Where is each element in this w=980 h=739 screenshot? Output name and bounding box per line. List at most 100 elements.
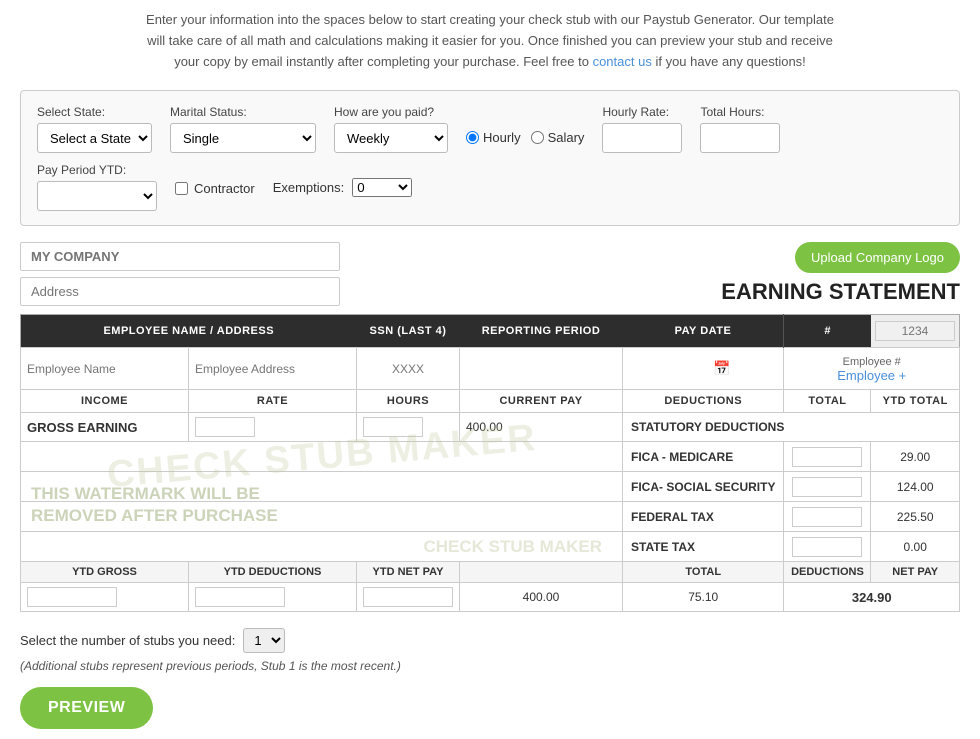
employee-name-input[interactable] [27,362,182,376]
reporting-period-header: REPORTING PERIOD [460,315,623,348]
state-tax-total-cell: 0.00 [784,532,871,562]
total-hours-label: Total Hours: [700,105,780,119]
salary-radio-label[interactable]: Salary [531,130,585,145]
intro-text-2: will take care of all math and calculati… [147,33,833,48]
income-deductions-header-row: INCOME RATE HOURS CURRENT PAY DEDUCTIONS… [21,390,960,413]
stubs-count-dropdown[interactable]: 12345 [243,628,285,653]
how-paid-dropdown[interactable]: WeeklyBi-WeeklySemi-MonthlyMonthly [334,123,448,153]
salary-radio[interactable] [531,131,544,144]
intro-text-3: your copy by email instantly after compl… [174,54,589,69]
pay-period-ytd-dropdown[interactable] [37,181,157,211]
fica-ss-ytd-cell: 124.00 [871,472,960,502]
stub-table: EMPLOYEE NAME / ADDRESS SSN (LAST 4) REP… [20,314,960,612]
pay-type-group: Hourly Salary [466,130,584,145]
fica-ss-total-input[interactable]: 24.80 [792,477,862,497]
hourly-radio-label[interactable]: Hourly [466,130,521,145]
gross-label-cell: GROSS EARNING [21,413,189,442]
emp-num-input[interactable] [875,321,955,341]
stubs-note: (Additional stubs represent previous per… [20,659,960,673]
totals-header-row: YTD GROSS YTD DEDUCTIONS YTD NET PAY TOT… [21,562,960,583]
emp-label-cell: Employee # Employee + [784,348,960,390]
employee-name-address-header: EMPLOYEE NAME / ADDRESS [21,315,357,348]
gross-hours-cell: 40 [357,413,460,442]
statutory-header-cell: STATUTORY DEDUCTIONS [623,413,960,442]
ytd-gross-input[interactable]: 2000.00 [27,587,117,607]
stub-section: Upload Company Logo EARNING STATEMENT EM… [20,242,960,729]
contact-link[interactable]: contact us [593,54,652,69]
hash-header: # [784,315,871,348]
employee-info-row: 09/22/2023 – 09/28/2023 09/29/2023 📅 Emp… [21,348,960,390]
ytd-net-pay-header: YTD NET PAY [357,562,460,583]
hourly-rate-group: Hourly Rate: 10 [602,105,682,153]
select-state-dropdown[interactable]: Select a State AlabamaAlaskaArizona [37,123,152,153]
totals-values-row: 2000.00 375.50 1624.50 400.00 75.10 [21,583,960,612]
fica-medicare-total-input[interactable]: 5.80 [792,447,862,467]
fica-medicare-spacer: CHECK STUB MAKER [21,442,623,472]
total-hours-input[interactable]: 40 [700,123,780,153]
federal-tax-total-cell: 44.50 [784,502,871,532]
federal-tax-label: FEDERAL TAX [623,502,784,532]
upload-logo-button[interactable]: Upload Company Logo [795,242,960,273]
contractor-checkbox[interactable] [175,182,188,195]
pay-date-input[interactable]: 09/29/2023 [629,362,709,376]
select-state-label: Select State: [37,105,152,119]
fica-ss-label: FICA- SOCIAL SECURITY [623,472,784,502]
ytd-total-col-header: YTD TOTAL [871,390,960,413]
total-col-header: TOTAL [784,390,871,413]
net-pay-value-cell: 324.90 [784,583,960,612]
ytd-deductions-input[interactable]: 375.50 [195,587,285,607]
emp-num-header [871,315,960,348]
marital-status-dropdown[interactable]: SingleMarriedHead of Household [170,123,316,153]
gross-rate-cell: 10 [189,413,357,442]
ssn-header: SSN (LAST 4) [357,315,460,348]
fica-medicare-ytd-cell: 29.00 [871,442,960,472]
form-section: Select State: Select a State AlabamaAlas… [20,90,960,226]
stub-table-wrapper: EMPLOYEE NAME / ADDRESS SSN (LAST 4) REP… [20,314,960,612]
ytd-gross-value-cell: 2000.00 [21,583,189,612]
state-tax-total-input[interactable]: 0.00 [792,537,862,557]
current-pay-col-header: CURRENT PAY [460,390,623,413]
ssn-cell [357,348,460,390]
preview-button[interactable]: PREVIEW [20,687,153,729]
state-tax-row: CHECK STUB MAKER STATE TAX 0.00 0.00 [21,532,960,562]
reporting-period-input[interactable]: 09/22/2023 – 09/28/2023 [466,362,616,376]
earning-title: EARNING STATEMENT [721,279,960,305]
exemptions-dropdown[interactable]: 0123 [352,178,412,197]
marital-status-group: Marital Status: SingleMarriedHead of Hou… [170,105,316,153]
company-header: Upload Company Logo EARNING STATEMENT [20,242,960,306]
calendar-icon[interactable]: 📅 [713,360,730,377]
total-value-cell: 400.00 [460,583,623,612]
intro-text-1: Enter your information into the spaces b… [146,12,834,27]
ytd-deductions-value-cell: 375.50 [189,583,357,612]
state-tax-spacer: CHECK STUB MAKER [21,532,623,562]
hourly-rate-input[interactable]: 10 [602,123,682,153]
company-address-input[interactable] [20,277,340,306]
how-paid-group: How are you paid? WeeklyBi-WeeklySemi-Mo… [334,105,448,153]
exemptions-group: Exemptions: 0123 [273,178,413,197]
stubs-label: Select the number of stubs you need: [20,633,235,648]
ssn-input[interactable] [378,362,438,376]
gross-rate-input[interactable]: 10 [195,417,255,437]
net-pay-label-cell: NET PAY [871,562,960,583]
gross-hours-input[interactable]: 40 [363,417,423,437]
select-state-group: Select State: Select a State AlabamaAlas… [37,105,152,153]
company-name-input[interactable] [20,242,340,271]
exemptions-label: Exemptions: [273,180,345,195]
hourly-rate-label: Hourly Rate: [602,105,682,119]
employee-address-input[interactable] [195,362,350,376]
company-inputs [20,242,340,306]
ytd-net-pay-input[interactable]: 1624.50 [363,587,453,607]
federal-tax-total-input[interactable]: 44.50 [792,507,862,527]
table-header-row: EMPLOYEE NAME / ADDRESS SSN (LAST 4) REP… [21,315,960,348]
pay-date-cell: 09/29/2023 📅 [623,348,784,390]
how-paid-label: How are you paid? [334,105,448,119]
income-col-header: INCOME [21,390,189,413]
state-tax-label: STATE TAX [623,532,784,562]
employee-add-button[interactable]: Employee + [837,368,906,383]
contractor-label[interactable]: Contractor [175,181,255,196]
right-header: Upload Company Logo EARNING STATEMENT [721,242,960,305]
employee-hash-label: Employee # [843,356,901,368]
ytd-net-pay-value-cell: 1624.50 [357,583,460,612]
hourly-radio[interactable] [466,131,479,144]
fica-medicare-label: FICA - MEDICARE [623,442,784,472]
